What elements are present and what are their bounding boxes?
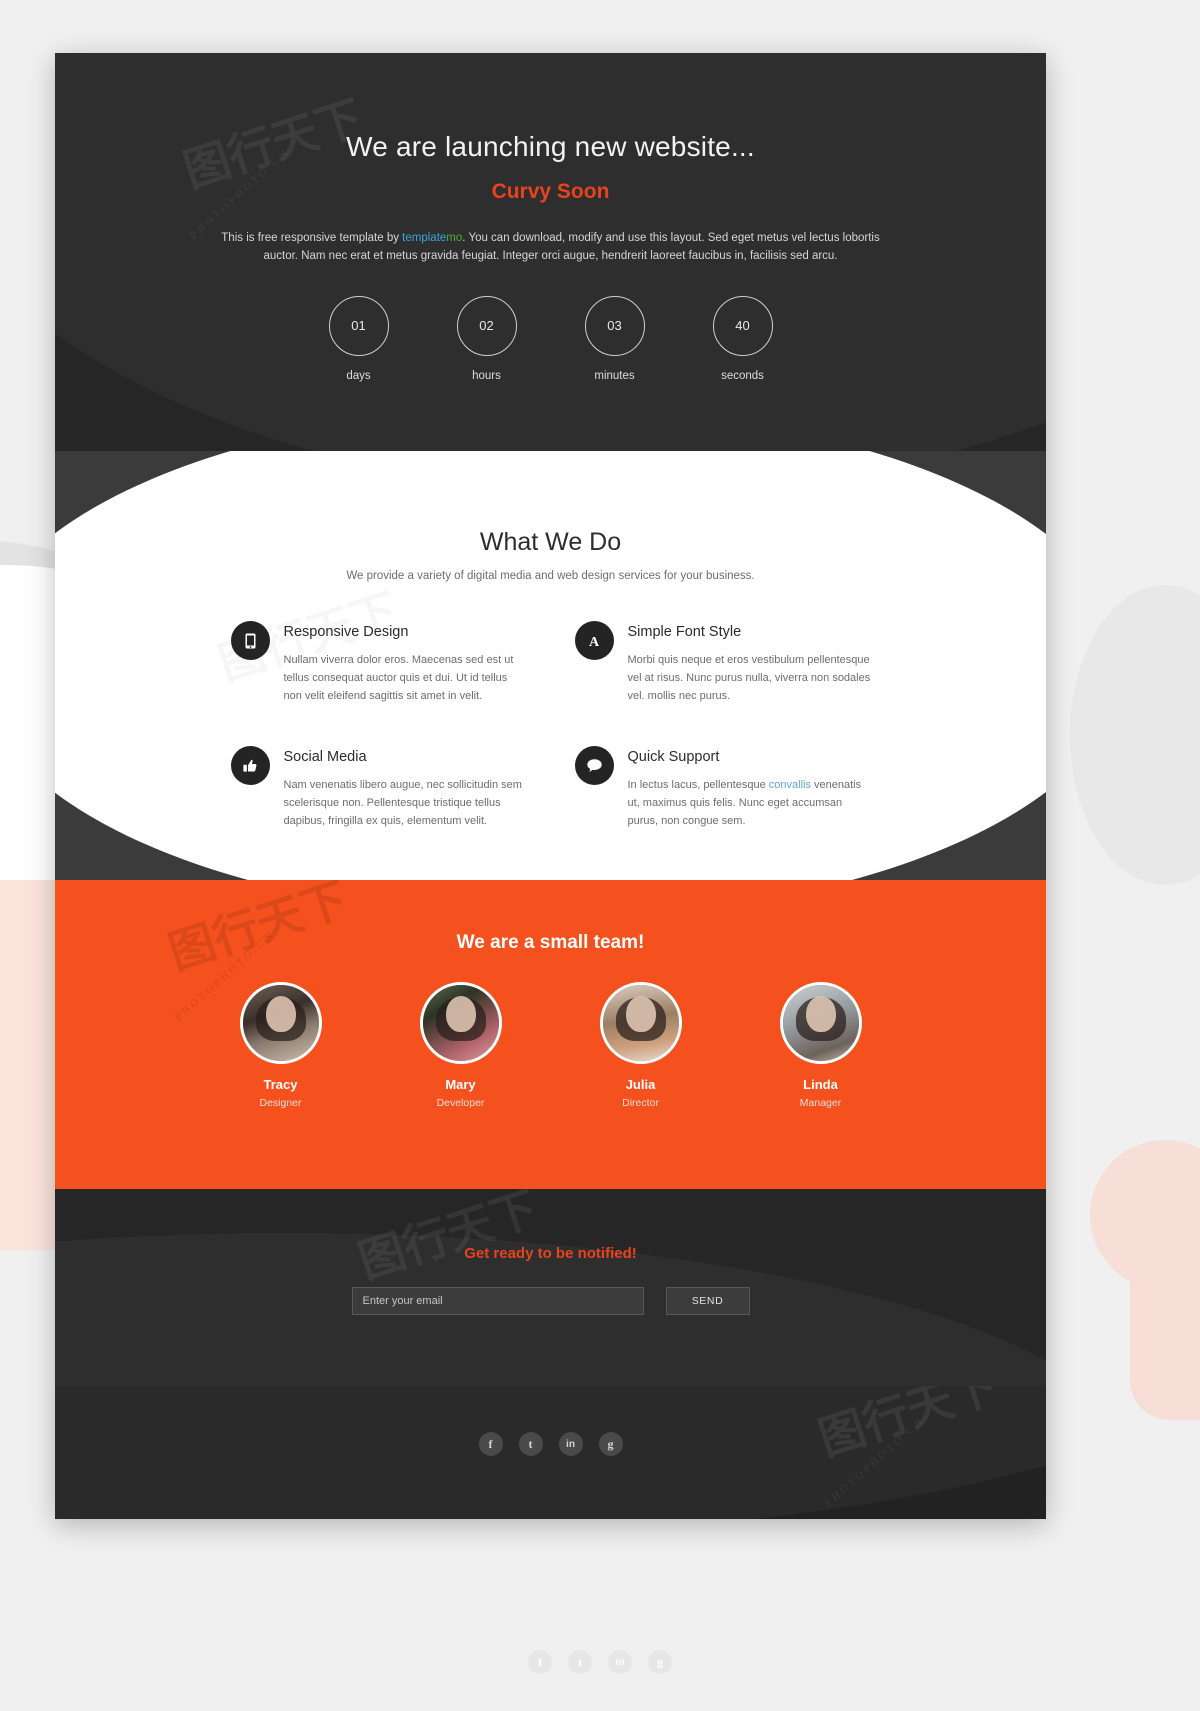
thumbs-up-icon: [230, 746, 270, 786]
countdown-days-value: 01: [328, 295, 389, 356]
avatar: [239, 982, 322, 1064]
google-plus-icon[interactable]: g: [598, 1432, 623, 1456]
linkedin-icon[interactable]: in: [558, 1432, 583, 1456]
member-role: Designer: [259, 1097, 302, 1109]
countdown-days: 01 days: [313, 295, 405, 382]
services-heading: What We Do: [479, 528, 622, 556]
website-canvas: We are launching new website... Curvy So…: [55, 53, 1046, 1519]
services-section: What We Do We provide a variety of digit…: [55, 451, 1046, 880]
member-role: Director: [622, 1097, 659, 1109]
service-simple-font-style: A Simple Font Style Morbi quis neque et …: [574, 620, 871, 705]
member-name: Mary: [445, 1077, 476, 1092]
service-social-media: Social Media Nam venenatis libero augue,…: [230, 745, 527, 830]
templatemo-link-green[interactable]: mo: [446, 232, 462, 244]
service-title: Social Media: [283, 749, 367, 766]
send-button[interactable]: SEND: [665, 1287, 750, 1315]
countdown-minutes-label: minutes: [594, 369, 635, 382]
member-role: Developer: [436, 1097, 485, 1109]
svg-text:A: A: [589, 635, 600, 649]
team-member[interactable]: Linda Manager: [761, 982, 881, 1109]
countdown-seconds-label: seconds: [721, 369, 764, 382]
service-text: In lectus lacus, pellentesque convallis …: [628, 777, 871, 830]
email-field[interactable]: [351, 1287, 644, 1315]
decor-peach-right: [1130, 1190, 1200, 1420]
linkedin-icon[interactable]: in: [608, 1650, 632, 1674]
facebook-icon[interactable]: f: [478, 1432, 503, 1456]
hero-description: This is free responsive template by temp…: [221, 230, 881, 266]
templatemo-link-blue[interactable]: template: [402, 232, 446, 244]
team-members: Tracy Designer Mary Developer Julia Dire…: [221, 982, 881, 1109]
service-title: Quick Support: [627, 749, 720, 766]
team-member[interactable]: Mary Developer: [401, 982, 521, 1109]
service-text: Nullam viverra dolor eros. Maecenas sed …: [283, 654, 514, 702]
countdown-days-label: days: [346, 369, 371, 382]
brand-name: Curvy Soon: [491, 180, 610, 203]
social-links: f t in g: [55, 1386, 1046, 1456]
mobile-phone-icon: [230, 621, 270, 660]
countdown-seconds-value: 40: [712, 295, 773, 356]
countdown-hours-label: hours: [472, 369, 501, 382]
team-section: We are a small team! Tracy Designer Mary…: [55, 880, 1046, 1189]
decor-peach-left: [0, 880, 60, 1250]
service-text: Morbi quis neque et eros vestibulum pell…: [627, 654, 871, 702]
speech-bubble-icon: [574, 746, 614, 786]
notify-form: SEND: [55, 1287, 1046, 1315]
service-responsive-design: Responsive Design Nullam viverra dolor e…: [230, 620, 527, 705]
footer-section: f t in g 图行天下 PHOTOPHOTO.CN: [55, 1386, 1046, 1519]
service-title: Simple Font Style: [627, 624, 742, 640]
team-member[interactable]: Tracy Designer: [221, 982, 341, 1109]
outer-social-links: f t in g: [0, 1650, 1200, 1674]
decor-blob-right: [1070, 585, 1200, 885]
countdown-minutes-value: 03: [584, 295, 645, 356]
avatar: [419, 982, 502, 1064]
service-text-pre: In lectus lacus, pellentesque: [627, 779, 769, 792]
member-name: Tracy: [263, 1077, 298, 1092]
countdown-seconds: 40 seconds: [697, 295, 789, 382]
countdown-hours-value: 02: [456, 295, 517, 356]
page-title: We are launching new website...: [346, 131, 755, 162]
member-role: Manager: [799, 1097, 842, 1109]
facebook-icon[interactable]: f: [528, 1650, 552, 1674]
twitter-icon[interactable]: t: [518, 1432, 543, 1456]
google-plus-icon[interactable]: g: [648, 1650, 672, 1674]
notify-section: Get ready to be notified! SEND 图行天下: [55, 1189, 1046, 1386]
avatar: [599, 982, 682, 1064]
countdown-timer: 01 days 02 hours 03 minutes 40 seconds: [55, 295, 1046, 382]
hero-section: We are launching new website... Curvy So…: [55, 53, 1046, 451]
twitter-icon[interactable]: t: [568, 1650, 592, 1674]
member-name: Julia: [625, 1077, 656, 1092]
countdown-minutes: 03 minutes: [569, 295, 661, 382]
countdown-hours: 02 hours: [441, 295, 533, 382]
service-quick-support: Quick Support In lectus lacus, pellentes…: [574, 745, 871, 830]
notify-heading: Get ready to be notified!: [464, 1245, 637, 1262]
services-grid: Responsive Design Nullam viverra dolor e…: [230, 620, 871, 831]
service-title: Responsive Design: [283, 624, 409, 640]
convallis-link[interactable]: convallis: [769, 779, 811, 791]
hero-description-pre: This is free responsive template by: [221, 232, 403, 244]
avatar: [779, 982, 862, 1064]
team-member[interactable]: Julia Director: [581, 982, 701, 1109]
services-subheading: We provide a variety of digital media an…: [346, 570, 755, 582]
letter-a-icon: A: [574, 621, 614, 660]
service-text: Nam venenatis libero augue, nec sollicit…: [283, 779, 522, 828]
member-name: Linda: [803, 1077, 838, 1092]
team-heading: We are a small team!: [456, 932, 645, 953]
